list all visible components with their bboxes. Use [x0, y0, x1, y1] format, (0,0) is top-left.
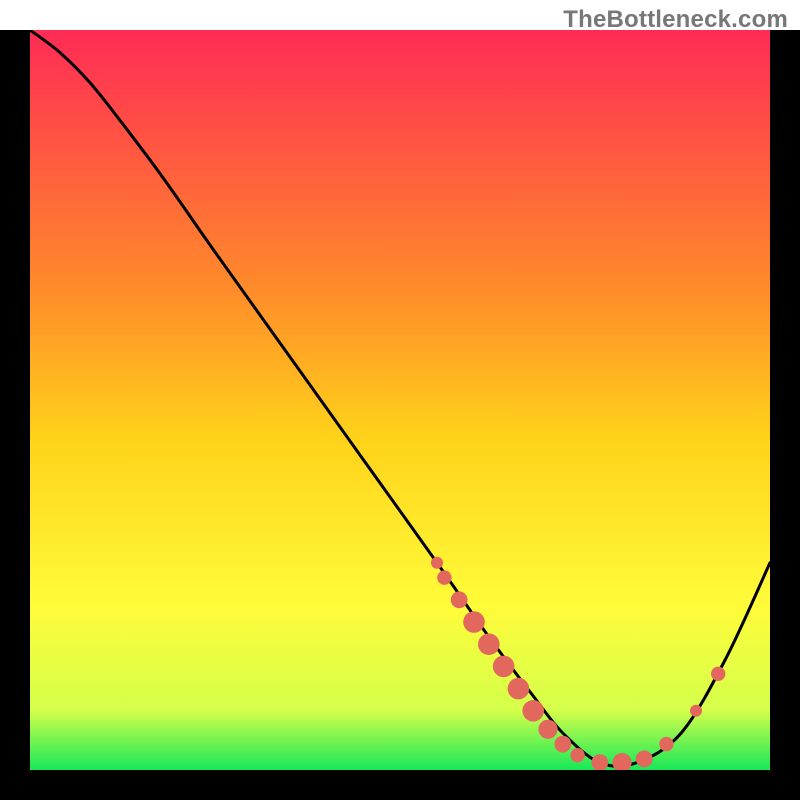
- highlight-dot: [508, 678, 530, 700]
- highlight-dot: [463, 611, 485, 633]
- highlight-dot: [431, 557, 443, 569]
- watermark-text: TheBottleneck.com: [563, 6, 788, 34]
- highlight-dot: [711, 667, 725, 681]
- highlight-dot: [636, 751, 653, 768]
- highlight-dot: [554, 736, 571, 753]
- highlight-dot: [659, 737, 673, 751]
- highlight-dot: [451, 591, 468, 608]
- highlight-dot: [522, 700, 544, 722]
- chart-frame: [0, 30, 800, 800]
- highlight-dot: [570, 748, 584, 762]
- highlight-dot: [690, 705, 702, 717]
- gradient-background: [30, 30, 770, 770]
- highlight-dot: [478, 633, 500, 655]
- chart-svg: [30, 30, 770, 770]
- highlight-dot: [538, 720, 557, 739]
- plot-area: [30, 30, 770, 770]
- highlight-dot: [493, 656, 515, 678]
- highlight-dot: [437, 570, 451, 584]
